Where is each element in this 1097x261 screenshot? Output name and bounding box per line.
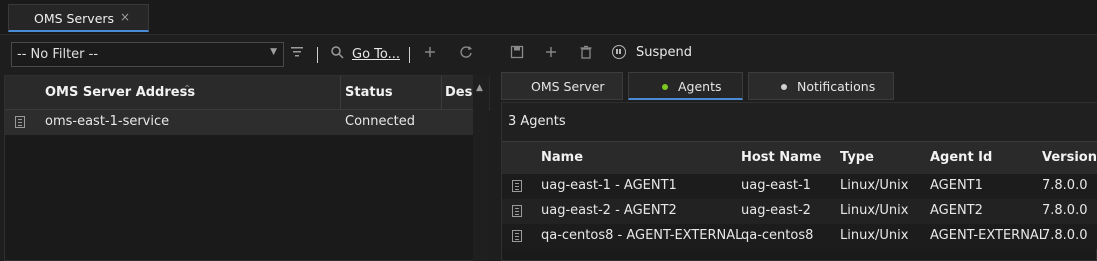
- table-row[interactable]: uag-east-1 - AGENT1 uag-east-1 Linux/Uni…: [502, 174, 1097, 199]
- tab-oms-server-label: OMS Server: [531, 79, 605, 94]
- cell-agent-id: AGENT2: [930, 203, 983, 218]
- filter-icon[interactable]: [290, 45, 304, 63]
- filter-select[interactable]: -- No Filter -- ▼: [11, 42, 284, 67]
- cell-host-name: uag-east-1: [741, 178, 811, 193]
- refresh-icon[interactable]: [459, 45, 473, 63]
- agents-count-bar: 3 Agents: [502, 103, 1097, 142]
- agents-panel: 3 Agents Name Host Name Type Agent Id Ve…: [501, 102, 1097, 261]
- cell-type: Linux/Unix: [840, 228, 909, 243]
- suspend-button[interactable]: Suspend: [636, 45, 692, 60]
- filter-select-value: -- No Filter --: [17, 47, 99, 62]
- status-dot-icon: [662, 84, 668, 90]
- table-row[interactable]: qa-centos8 - AGENT-EXTERNAL qa-centos8 L…: [502, 224, 1097, 249]
- status-dot-icon: [781, 84, 787, 90]
- row-details-icon[interactable]: [512, 180, 522, 192]
- tab-agents[interactable]: Agents: [628, 72, 743, 100]
- agents-count: 3 Agents: [508, 114, 566, 129]
- column-header-version[interactable]: Version: [1042, 150, 1097, 165]
- document-tab-strip: [0, 0, 1097, 35]
- cell-version: 7.8.0.0: [1042, 178, 1088, 193]
- save-icon[interactable]: [510, 45, 524, 63]
- add-icon[interactable]: [423, 45, 437, 63]
- pause-circle-icon[interactable]: [612, 45, 626, 59]
- row-details-icon[interactable]: [512, 205, 522, 217]
- column-header-status[interactable]: Status: [345, 85, 393, 100]
- column-header-desc[interactable]: Desc: [445, 85, 474, 100]
- column-divider[interactable]: [340, 76, 341, 109]
- tab-oms-servers-label: OMS Servers: [34, 11, 115, 26]
- cell-version: 7.8.0.0: [1042, 203, 1088, 218]
- cell-host-name: qa-centos8: [741, 228, 814, 243]
- cell-agent-id: AGENT1: [930, 178, 983, 193]
- cell-name: uag-east-1 - AGENT1: [541, 178, 677, 193]
- tab-notifications-label: Notifications: [797, 79, 876, 94]
- cell-address: oms-east-1-service: [45, 114, 170, 129]
- oms-servers-grid: OMS Server Address ⌃ Status Desc oms-eas…: [4, 75, 490, 261]
- tab-oms-servers[interactable]: OMS Servers ×: [8, 4, 149, 32]
- tab-agents-label: Agents: [678, 79, 722, 94]
- cell-agent-id: AGENT-EXTERNAL: [930, 228, 1047, 243]
- column-divider[interactable]: [441, 76, 442, 109]
- grid-header: OMS Server Address ⌃ Status Desc: [5, 76, 490, 110]
- tab-oms-server[interactable]: OMS Server: [501, 72, 623, 100]
- row-details-icon[interactable]: [512, 230, 522, 242]
- cell-type: Linux/Unix: [840, 178, 909, 193]
- toolbar-separator: [409, 47, 410, 63]
- column-header-address[interactable]: OMS Server Address: [45, 85, 195, 100]
- column-header-host-name[interactable]: Host Name: [741, 150, 821, 165]
- column-header-type[interactable]: Type: [840, 150, 874, 165]
- scroll-up-icon[interactable]: ▲: [476, 83, 483, 93]
- vertical-scrollbar[interactable]: ▲: [473, 75, 489, 261]
- table-row[interactable]: uag-east-2 - AGENT2 uag-east-2 Linux/Uni…: [502, 199, 1097, 224]
- close-icon[interactable]: ×: [120, 10, 130, 24]
- column-header-name[interactable]: Name: [541, 150, 583, 165]
- table-row[interactable]: oms-east-1-service Connected: [5, 110, 474, 135]
- cell-name: uag-east-2 - AGENT2: [541, 203, 677, 218]
- chevron-down-icon: ▼: [270, 47, 277, 57]
- cell-name: qa-centos8 - AGENT-EXTERNAL: [541, 228, 743, 243]
- cell-version: 7.8.0.0: [1042, 228, 1088, 243]
- sort-up-icon[interactable]: ⌃: [183, 84, 191, 95]
- tab-notifications[interactable]: Notifications: [748, 72, 894, 100]
- search-icon[interactable]: [330, 45, 344, 63]
- cell-status: Connected: [345, 114, 416, 129]
- column-header-agent-id[interactable]: Agent Id: [930, 150, 992, 165]
- row-details-icon[interactable]: [15, 116, 25, 128]
- agents-grid-header: Name Host Name Type Agent Id Version: [502, 142, 1097, 174]
- goto-button[interactable]: Go To...: [352, 47, 400, 62]
- toolbar-separator: [317, 47, 318, 63]
- delete-icon[interactable]: [579, 45, 593, 63]
- add-icon[interactable]: [544, 45, 558, 63]
- cell-type: Linux/Unix: [840, 203, 909, 218]
- cell-host-name: uag-east-2: [741, 203, 811, 218]
